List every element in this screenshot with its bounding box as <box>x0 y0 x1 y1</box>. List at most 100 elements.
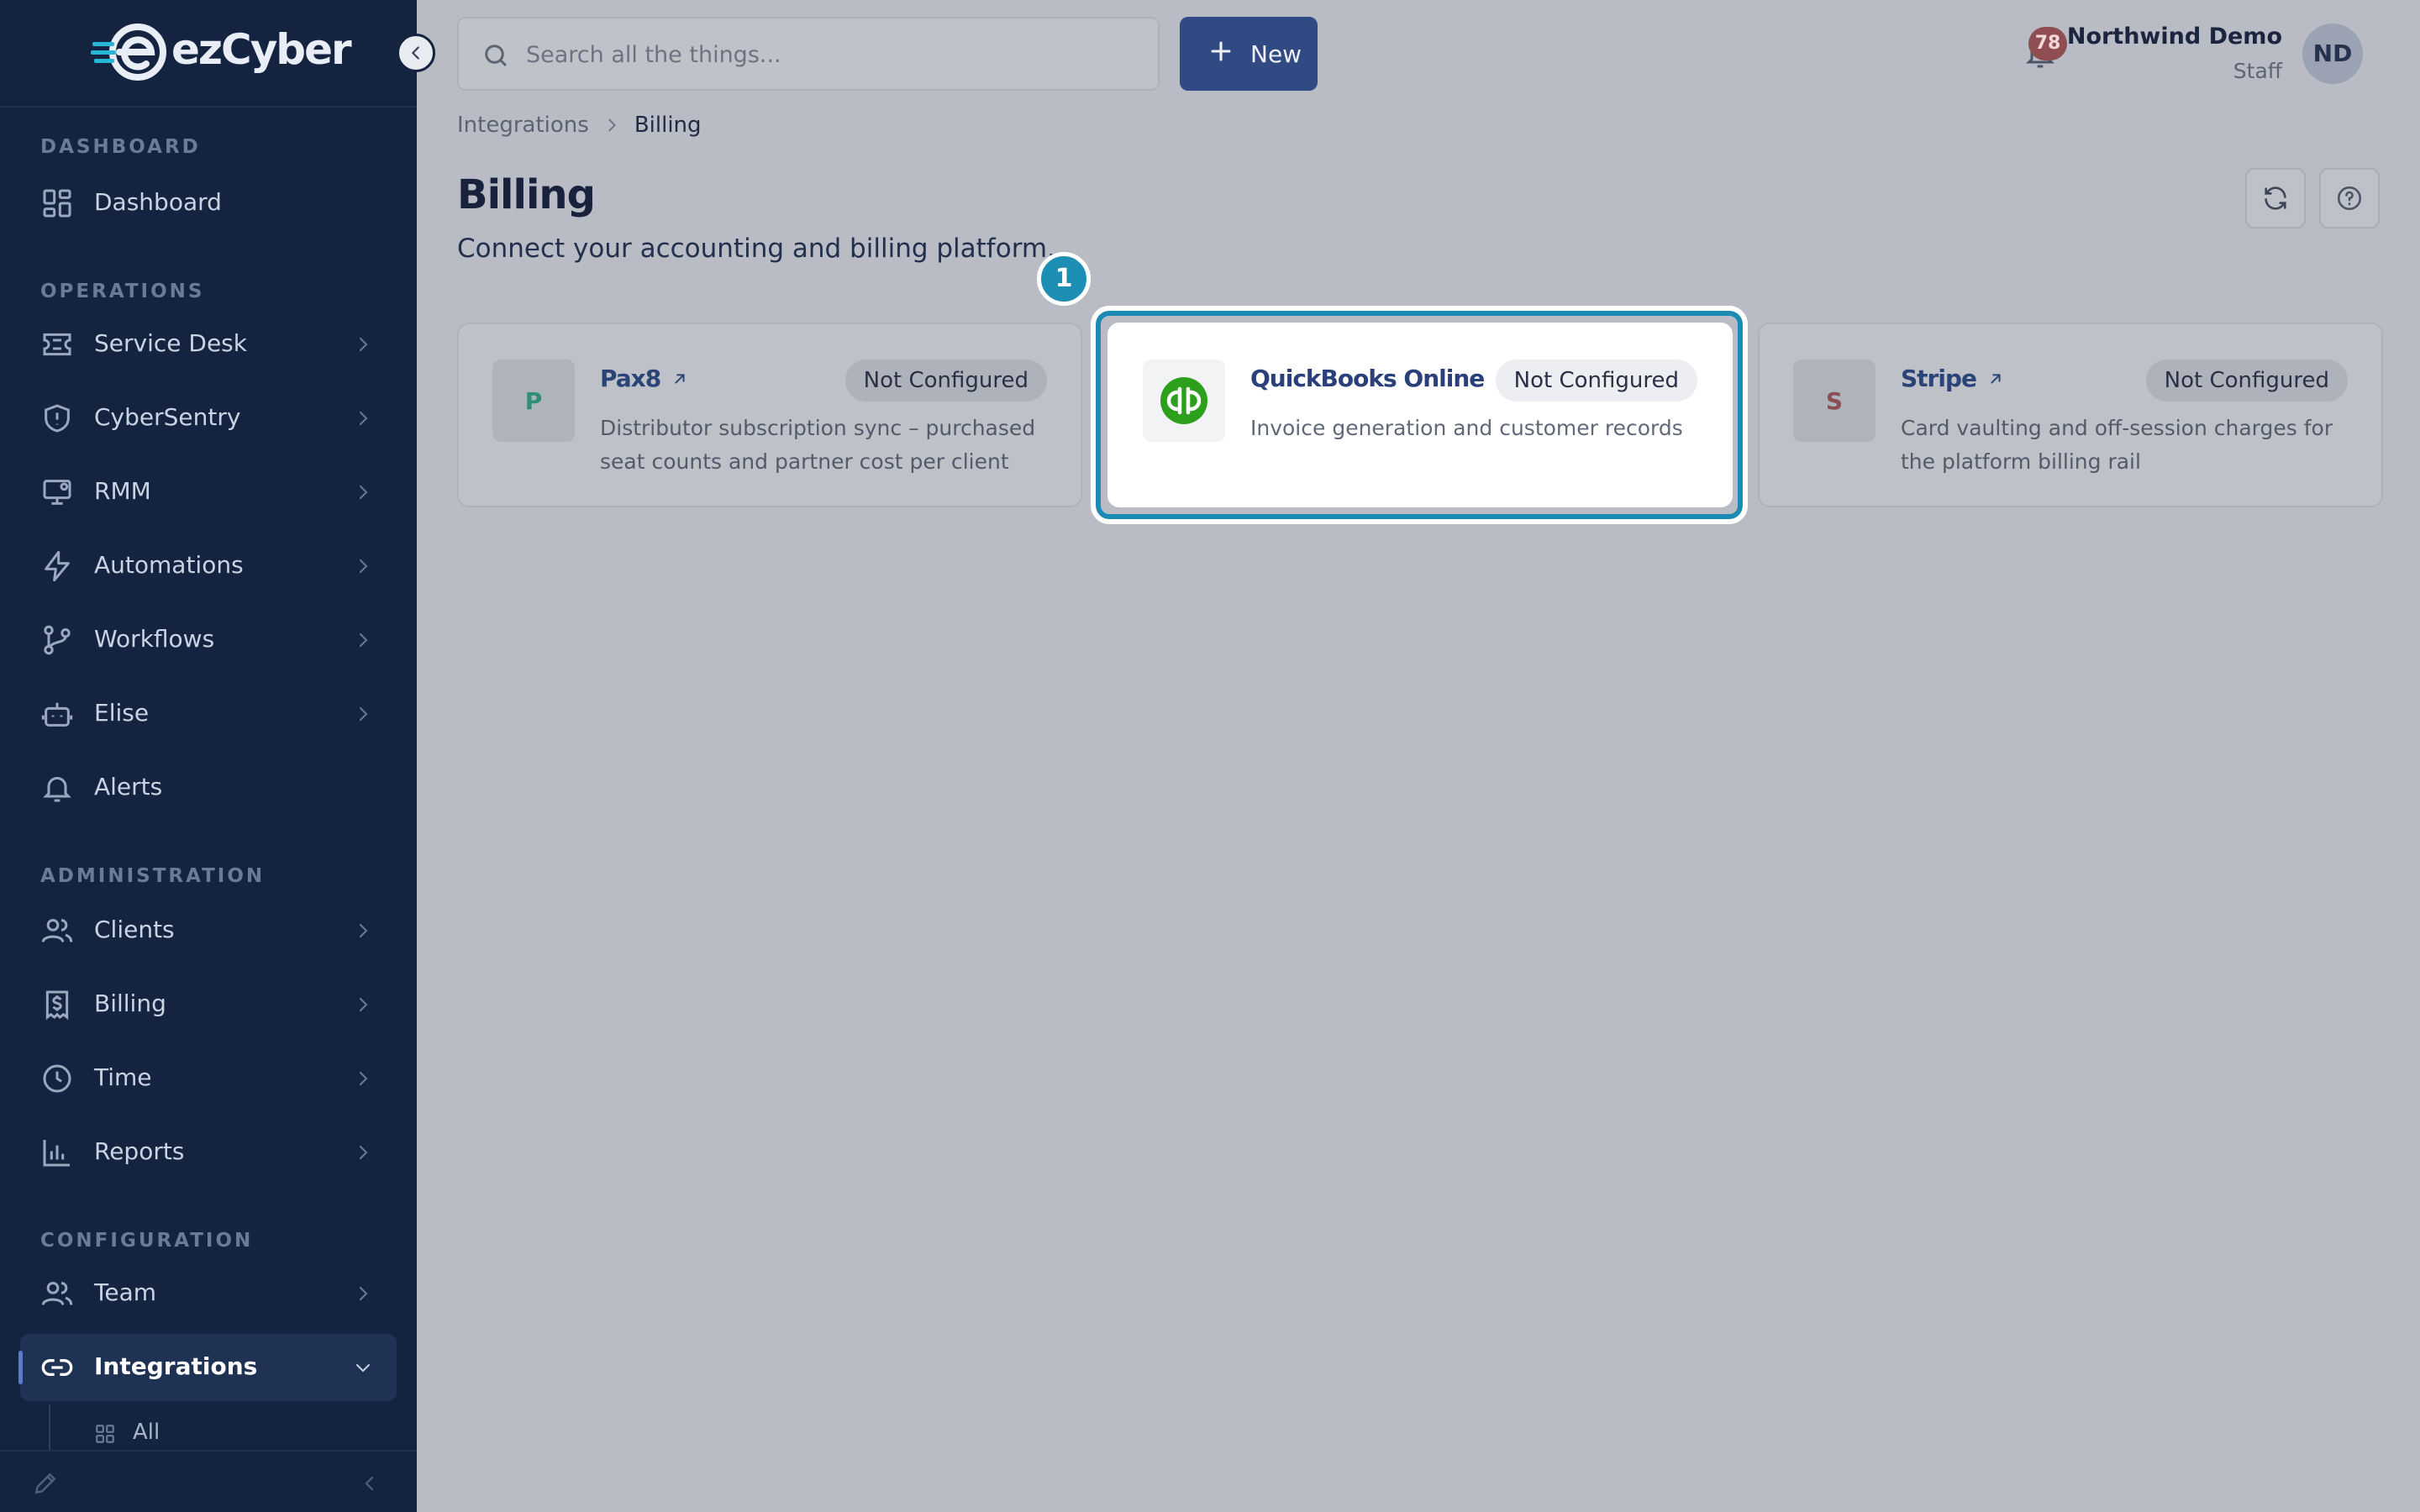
topbar: Search all the things... New 78 Northwin… <box>417 0 2420 108</box>
sidebar-item-team[interactable]: Team <box>20 1260 397 1327</box>
new-button[interactable]: New <box>1180 17 1318 91</box>
avatar[interactable]: ND <box>2302 24 2363 84</box>
team-icon <box>41 1282 73 1305</box>
sidebar-item-label: Elise <box>94 699 150 727</box>
chevron-right-icon <box>360 559 368 573</box>
status-badge: Not Configured <box>2145 360 2348 402</box>
integration-card-pax8[interactable]: P Pax8 Not Configured Distributor subscr… <box>457 323 1082 507</box>
sidebar-item-rmm[interactable]: RMM <box>20 459 397 526</box>
sidebar: ezCyber DASHBOARD OPERATIONS ADMINISTRAT… <box>0 0 435 1512</box>
chevron-right-icon <box>360 486 368 499</box>
user-role: Staff <box>2233 59 2282 83</box>
chevron-right-icon <box>360 1287 368 1300</box>
sidebar-item-label: RMM <box>94 477 151 505</box>
chevron-right-icon <box>360 338 368 351</box>
sidebar-item-label: Service Desk <box>94 329 247 357</box>
chevron-right-icon <box>360 924 368 937</box>
shield-icon <box>45 404 70 433</box>
section-label-administration: ADMINISTRATION <box>40 865 266 887</box>
sidebar-item-workflows[interactable]: Workflows <box>20 606 397 674</box>
chevron-right-icon <box>360 412 368 425</box>
sidebar-item-reports[interactable]: Reports <box>20 1119 397 1186</box>
breadcrumb: Integrations Billing <box>457 113 702 138</box>
stripe-logo-tile: S <box>1793 360 1876 442</box>
logo-row: ezCyber <box>0 0 417 108</box>
step-marker: 1 <box>1037 252 1091 306</box>
bell-icon <box>43 776 71 802</box>
sidebar-item-label: Alerts <box>94 773 163 801</box>
sidebar-item-automations[interactable]: Automations <box>20 533 397 600</box>
quickbooks-logo-icon <box>1160 377 1207 424</box>
ezcyber-logo-icon[interactable] <box>91 22 168 82</box>
card-description: Card vaulting and off-session charges fo… <box>1901 416 2333 474</box>
sidebar-item-label: Workflows <box>94 625 215 653</box>
submenu-guide-line <box>49 1404 50 1450</box>
chevron-left-icon <box>412 46 419 60</box>
sidebar-item-alerts[interactable]: Alerts <box>20 754 397 822</box>
search-input[interactable]: Search all the things... <box>457 17 1160 91</box>
ticket-icon <box>43 333 71 356</box>
bar-chart-icon <box>43 1140 70 1167</box>
sidebar-item-label: CyberSentry <box>94 403 241 431</box>
external-link-icon <box>1991 373 2001 384</box>
stripe-name-link[interactable]: Stripe <box>1901 365 2005 392</box>
search-icon <box>485 45 508 67</box>
sidebar-item-integrations[interactable]: Integrations <box>18 1334 397 1401</box>
monitor-icon <box>43 480 71 505</box>
sidebar-item-dashboard[interactable]: Dashboard <box>20 170 397 237</box>
section-label-configuration: CONFIGURATION <box>40 1230 254 1252</box>
status-badge: Not Configured <box>1495 360 1697 402</box>
sidebar-item-label: Clients <box>94 916 175 943</box>
clock-icon <box>43 1064 71 1093</box>
integration-card-stripe[interactable]: S Stripe Not Configured Card vaulting an… <box>1758 323 2383 507</box>
sidebar-item-billing[interactable]: Billing <box>20 971 397 1038</box>
quickbooks-logo-tile <box>1143 360 1225 442</box>
sidebar-item-label: Reports <box>94 1137 185 1165</box>
card-description: Distributor subscription sync – purchase… <box>600 416 1036 474</box>
users-icon <box>41 919 73 942</box>
sidebar-item-label: Dashboard <box>94 188 222 216</box>
pax8-tile-letter: P <box>524 386 543 415</box>
card-name: Stripe <box>1901 365 1977 392</box>
grid-small-icon <box>96 1425 114 1443</box>
pax8-logo-tile: P <box>492 360 575 442</box>
card-name: Pax8 <box>600 365 661 392</box>
sidebar-item-service-desk[interactable]: Service Desk <box>20 311 397 378</box>
help-circle-icon <box>2337 186 2362 211</box>
sidebar-item-label: Automations <box>94 551 244 579</box>
sidebar-item-label: Time <box>94 1063 152 1091</box>
sidebar-item-elise[interactable]: Elise <box>20 680 397 748</box>
sidebar-item-label: Integrations <box>94 1352 258 1380</box>
sidebar-footer <box>0 1450 417 1512</box>
lightning-icon <box>45 550 70 582</box>
breadcrumb-integrations-link[interactable]: Integrations <box>457 113 589 138</box>
chevron-right-icon <box>608 118 616 132</box>
new-button-label: New <box>1250 40 1302 68</box>
sidebar-item-time[interactable]: Time <box>20 1045 397 1112</box>
chevron-right-icon <box>360 707 368 721</box>
chevron-right-icon <box>360 998 368 1011</box>
chevron-left-icon[interactable] <box>360 1473 380 1494</box>
integration-card-quickbooks-online[interactable]: QuickBooks Online Not Configured Invoice… <box>1107 323 1733 507</box>
sidebar-item-clients[interactable]: Clients <box>20 897 397 964</box>
plus-icon <box>1211 41 1231 61</box>
pencil-icon[interactable] <box>32 1470 59 1497</box>
sidebar-item-label: Billing <box>94 990 166 1017</box>
chevron-right-icon <box>360 1146 368 1159</box>
bot-icon <box>41 702 73 727</box>
refresh-button[interactable] <box>2245 168 2306 228</box>
git-branch-icon <box>44 625 71 655</box>
breadcrumb-current: Billing <box>634 113 702 138</box>
help-button[interactable] <box>2319 168 2380 228</box>
pax8-name-link[interactable]: Pax8 <box>600 365 689 392</box>
sidebar-item-label: Team <box>94 1278 157 1306</box>
page-subtitle: Connect your accounting and billing plat… <box>457 234 1055 264</box>
section-label-operations: OPERATIONS <box>40 281 205 302</box>
status-badge: Not Configured <box>844 360 1047 402</box>
sidebar-item-cybersentry[interactable]: CyberSentry <box>20 385 397 452</box>
quickbooks-name-link[interactable]: QuickBooks Online <box>1250 365 1512 392</box>
collapse-sidebar-button[interactable] <box>397 34 435 72</box>
external-link-icon <box>675 373 685 384</box>
receipt-dollar-icon <box>45 990 69 1021</box>
card-name: QuickBooks Online <box>1250 365 1485 392</box>
